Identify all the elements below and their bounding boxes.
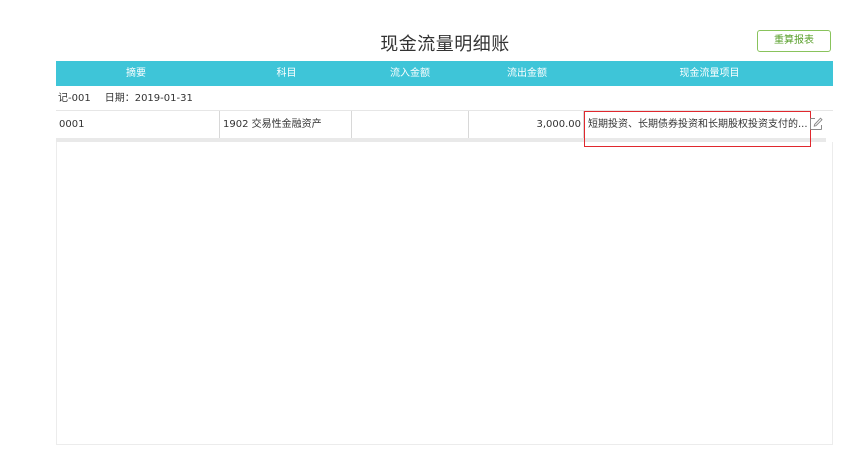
cashflow-item-highlight <box>584 111 811 147</box>
cell-account[interactable]: 1902 交易性金融资产 <box>219 111 352 138</box>
voucher-number: 记-001 <box>58 93 91 104</box>
column-header-cashflow-item[interactable]: 现金流量项目 <box>586 61 833 86</box>
column-header-account[interactable]: 科目 <box>224 61 349 86</box>
voucher-group-header: 记-001 日期：2019-01-31 <box>58 92 193 106</box>
voucher-date: 日期：2019-01-31 <box>104 93 193 104</box>
table-body-area <box>56 142 833 445</box>
column-header-summary[interactable]: 摘要 <box>76 61 196 86</box>
page-title: 现金流量明细账 <box>380 34 510 55</box>
edit-icon[interactable] <box>809 117 823 131</box>
cell-inflow[interactable] <box>352 111 468 138</box>
table-header: 摘要 科目 流入金额 流出金额 现金流量项目 <box>56 61 833 86</box>
cell-outflow[interactable]: 3,000.00 <box>468 111 584 138</box>
column-header-inflow[interactable]: 流入金额 <box>350 61 470 86</box>
column-header-outflow[interactable]: 流出金额 <box>468 61 586 86</box>
cell-summary: 0001 <box>59 119 85 130</box>
recalculate-report-button[interactable]: 重算报表 <box>757 30 831 52</box>
